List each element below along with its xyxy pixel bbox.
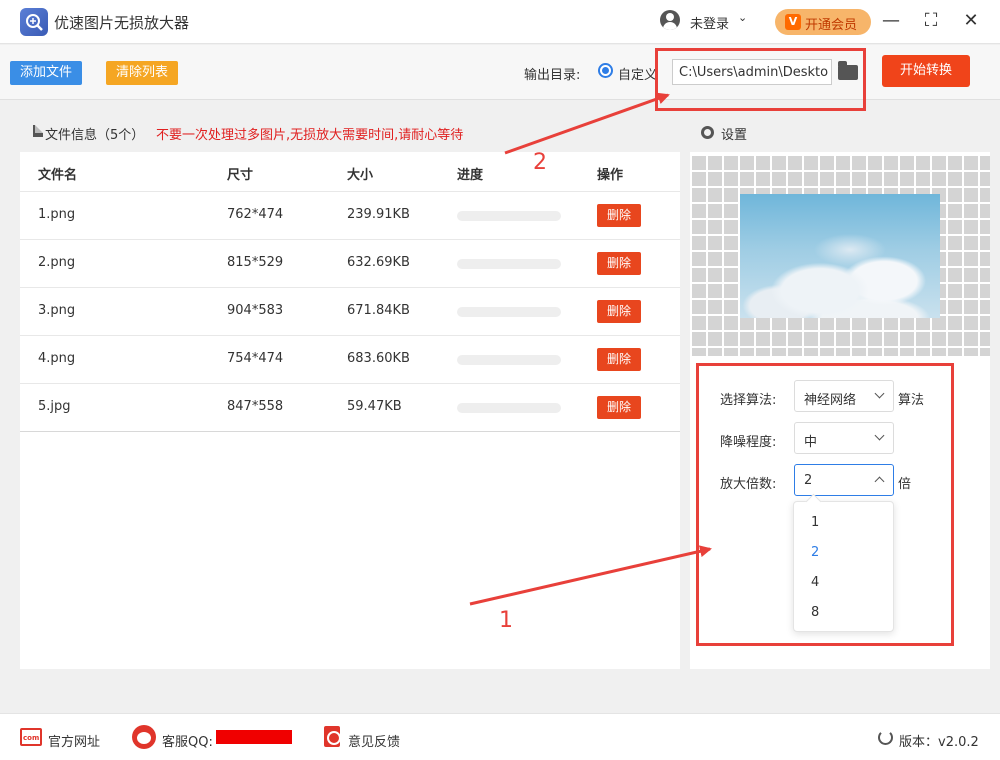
feedback-link[interactable]: 意见反馈 bbox=[348, 731, 400, 750]
custom-dir-radio[interactable] bbox=[598, 63, 613, 78]
vip-label: 开通会员 bbox=[805, 18, 858, 33]
header-action: 操作 bbox=[597, 168, 624, 183]
annotation-box-settings bbox=[696, 363, 954, 646]
row-filesize: 671.84KB bbox=[347, 303, 410, 318]
app-title: 优速图片无损放大器 bbox=[54, 14, 190, 32]
row-filename: 3.png bbox=[38, 303, 76, 318]
qq-service-icon[interactable] bbox=[132, 725, 156, 749]
delete-button[interactable]: 删除 bbox=[597, 348, 641, 371]
row-progress-bar bbox=[457, 211, 561, 221]
row-dimensions: 754*474 bbox=[227, 351, 284, 366]
table-row: 2.png 815*529 632.69KB 删除 bbox=[20, 239, 680, 287]
document-icon bbox=[33, 125, 43, 137]
row-filename: 4.png bbox=[38, 351, 76, 366]
row-filename: 2.png bbox=[38, 255, 76, 270]
settings-title: 设置 bbox=[721, 128, 748, 143]
footer: 官方网址 客服QQ: 意见反馈 版本：v2.0.2 bbox=[0, 713, 1000, 760]
row-dimensions: 847*558 bbox=[227, 399, 284, 414]
header-dimensions: 尺寸 bbox=[227, 168, 254, 183]
app-logo-icon bbox=[20, 8, 48, 36]
settings-header: 设置 bbox=[690, 112, 990, 152]
row-filesize: 59.47KB bbox=[347, 399, 402, 414]
file-info-title: 文件信息（5个） bbox=[45, 128, 145, 143]
row-dimensions: 815*529 bbox=[227, 255, 284, 270]
website-icon[interactable] bbox=[20, 728, 42, 746]
delete-button[interactable]: 删除 bbox=[597, 252, 641, 275]
row-filesize: 632.69KB bbox=[347, 255, 410, 270]
row-filename: 1.png bbox=[38, 207, 76, 222]
feedback-icon[interactable] bbox=[324, 726, 341, 747]
annotation-number-2: 2 bbox=[533, 150, 547, 175]
website-link[interactable]: 官方网址 bbox=[48, 731, 100, 750]
vip-button[interactable]: V 开通会员 bbox=[775, 9, 871, 35]
login-status[interactable]: 未登录 bbox=[690, 13, 729, 32]
header-filesize: 大小 bbox=[347, 168, 374, 183]
qq-service-link[interactable]: 客服QQ: bbox=[162, 731, 213, 750]
preview-image bbox=[740, 194, 940, 318]
row-progress-bar bbox=[457, 403, 561, 413]
row-filesize: 683.60KB bbox=[347, 351, 410, 366]
gear-icon bbox=[701, 126, 714, 139]
row-filename: 5.jpg bbox=[38, 399, 71, 414]
maximize-button[interactable]: ⛶ bbox=[920, 10, 942, 32]
annotation-box-output bbox=[655, 48, 866, 111]
row-dimensions: 762*474 bbox=[227, 207, 284, 222]
custom-dir-label[interactable]: 自定义 bbox=[618, 64, 657, 83]
version-text: 版本：v2.0.2 bbox=[899, 735, 979, 750]
clear-list-button[interactable]: 清除列表 bbox=[106, 61, 178, 85]
table-row: 4.png 754*474 683.60KB 删除 bbox=[20, 335, 680, 383]
header-filename: 文件名 bbox=[38, 168, 78, 183]
row-progress-bar bbox=[457, 307, 561, 317]
row-filesize: 239.91KB bbox=[347, 207, 410, 222]
output-dir-label: 输出目录: bbox=[524, 68, 581, 83]
file-list-panel: 文件信息（5个） 不要一次处理过多图片,无损放大需要时间,请耐心等待 文件名 尺… bbox=[20, 112, 680, 669]
row-progress-bar bbox=[457, 259, 561, 269]
annotation-number-1: 1 bbox=[499, 608, 513, 633]
row-progress-bar bbox=[457, 355, 561, 365]
user-avatar-icon[interactable] bbox=[660, 10, 680, 30]
delete-button[interactable]: 删除 bbox=[597, 396, 641, 419]
add-file-button[interactable]: 添加文件 bbox=[10, 61, 82, 85]
qq-number-redacted bbox=[216, 730, 292, 744]
minimize-button[interactable]: — bbox=[880, 10, 902, 32]
table-row: 5.jpg 847*558 59.47KB 删除 bbox=[20, 383, 680, 431]
refresh-icon[interactable] bbox=[878, 730, 893, 745]
title-bar: 优速图片无损放大器 未登录 ⌄ V 开通会员 — ⛶ ✕ bbox=[0, 0, 1000, 44]
chevron-down-icon[interactable]: ⌄ bbox=[738, 11, 747, 24]
table-row: 3.png 904*583 671.84KB 删除 bbox=[20, 287, 680, 335]
table-row: 1.png 762*474 239.91KB 删除 bbox=[20, 191, 680, 239]
row-dimensions: 904*583 bbox=[227, 303, 284, 318]
warning-text: 不要一次处理过多图片,无损放大需要时间,请耐心等待 bbox=[156, 128, 464, 143]
close-button[interactable]: ✕ bbox=[960, 10, 982, 32]
delete-button[interactable]: 删除 bbox=[597, 204, 641, 227]
table-bottom-divider bbox=[20, 431, 680, 432]
delete-button[interactable]: 删除 bbox=[597, 300, 641, 323]
header-progress: 进度 bbox=[457, 168, 484, 183]
file-panel-header: 文件信息（5个） 不要一次处理过多图片,无损放大需要时间,请耐心等待 bbox=[20, 112, 680, 152]
start-convert-button[interactable]: 开始转换 bbox=[882, 55, 970, 87]
vip-icon: V bbox=[785, 14, 801, 30]
